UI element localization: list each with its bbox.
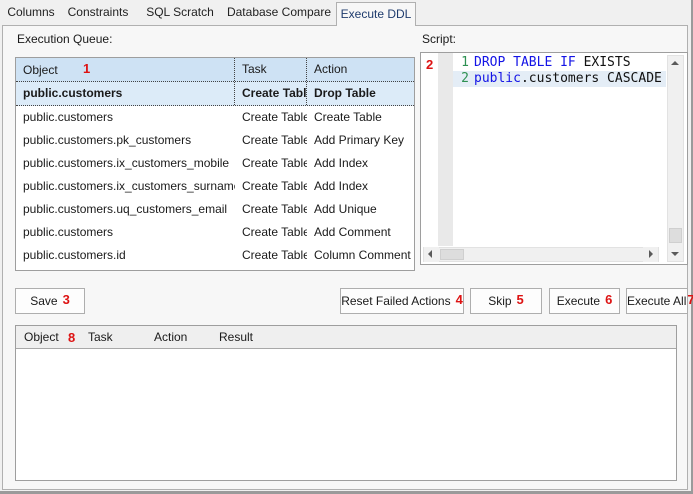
scroll-right-button[interactable] xyxy=(643,247,658,262)
sql-text: .customers CASCADE xyxy=(521,71,662,86)
cell-object: public.customers xyxy=(16,106,235,129)
cell-task: Create Table xyxy=(235,198,307,221)
cell-task: Create Table xyxy=(235,106,307,129)
cell-action: Add Index xyxy=(307,152,414,175)
vertical-scrollbar[interactable] xyxy=(667,55,684,262)
cell-object: public.customers xyxy=(16,221,235,244)
table-row[interactable]: public.customersCreate TableDrop Table xyxy=(16,82,414,106)
execute-all-button[interactable]: Execute All7 xyxy=(626,288,688,314)
table-row[interactable]: public.customersCreate TableCreate Table xyxy=(16,106,414,129)
cell-object: public.customers.ix_customers_surname xyxy=(16,175,235,198)
editor-fold-gutter xyxy=(438,53,453,246)
up-arrow-icon xyxy=(671,61,679,65)
table-row[interactable]: public.customers.pk_customersCreate Tabl… xyxy=(16,129,414,152)
table-row[interactable]: public.customers.idCreate TableColumn Co… xyxy=(16,244,414,267)
column-header-action[interactable]: Action xyxy=(307,58,414,81)
cell-action: Add Primary Key xyxy=(307,129,414,152)
save-button[interactable]: Save 3 xyxy=(15,288,85,314)
cell-task: Create Table xyxy=(235,175,307,198)
cell-action: Create Table xyxy=(307,106,414,129)
reset-failed-actions-button[interactable]: Reset Failed Actions 4 xyxy=(340,288,464,314)
cell-task: Create Table xyxy=(235,221,307,244)
execute-button-label: Execute xyxy=(557,294,600,308)
cell-action: Add Index xyxy=(307,175,414,198)
annotation-7: 7 xyxy=(687,292,693,307)
vertical-scroll-thumb[interactable] xyxy=(669,228,682,243)
line-number: 2 xyxy=(453,71,469,87)
horizontal-scroll-thumb[interactable] xyxy=(440,249,464,260)
cell-object: public.customers.id xyxy=(16,244,235,267)
result-column-task[interactable]: Task xyxy=(88,326,113,349)
result-column-result[interactable]: Result xyxy=(219,326,253,349)
right-arrow-icon xyxy=(649,250,653,258)
results-table: Object 8 Task Action Result xyxy=(15,325,677,481)
cell-task: Create Table xyxy=(235,244,307,267)
editor-margin xyxy=(421,53,438,246)
queue-table-body: public.customersCreate TableDrop Tablepu… xyxy=(16,82,414,267)
line-number: 1 xyxy=(453,55,469,71)
cell-task: Create Table xyxy=(235,129,307,152)
code-line-2: 2 public.customers CASCADE xyxy=(453,71,666,87)
column-header-object[interactable]: Object 1 xyxy=(16,58,235,81)
tab-bar: Columns Constraints SQL Scratch Pad Data… xyxy=(0,0,691,25)
sql-keyword: DROP TABLE IF xyxy=(474,55,576,70)
cell-action: Column Comment xyxy=(307,244,414,267)
scroll-down-button[interactable] xyxy=(668,246,683,261)
annotation-6: 6 xyxy=(605,292,612,307)
cell-object: public.customers.uq_customers_email xyxy=(16,198,235,221)
scroll-left-button[interactable] xyxy=(424,247,439,262)
cell-action: Add Comment xyxy=(307,221,414,244)
script-editor[interactable]: 2 1 DROP TABLE IF EXISTS 2 public.customer… xyxy=(420,52,688,265)
sql-code[interactable]: 1 DROP TABLE IF EXISTS 2 public.customers … xyxy=(453,55,666,87)
cell-object: public.customers.ix_customers_mobile xyxy=(16,152,235,175)
annotation-4: 4 xyxy=(456,292,463,307)
table-row[interactable]: public.customers.ix_customers_surnameCre… xyxy=(16,175,414,198)
script-label: Script: xyxy=(422,32,456,46)
scroll-up-button[interactable] xyxy=(668,56,683,71)
result-column-action[interactable]: Action xyxy=(154,326,187,349)
annotation-5: 5 xyxy=(517,292,524,307)
table-row[interactable]: public.customers.ix_customers_mobileCrea… xyxy=(16,152,414,175)
column-header-task[interactable]: Task xyxy=(235,58,307,81)
skip-button-label: Skip xyxy=(488,294,511,308)
execution-queue-table: Object 1 Task Action public.customersCre… xyxy=(15,57,415,271)
down-arrow-icon xyxy=(671,252,679,256)
cell-task: Create Table xyxy=(235,82,307,105)
annotation-1: 1 xyxy=(83,61,90,76)
column-header-object-label: Object xyxy=(23,63,58,77)
table-row[interactable]: public.customers.uq_customers_emailCreat… xyxy=(16,198,414,221)
sql-keyword: public xyxy=(474,71,521,86)
window: Columns Constraints SQL Scratch Pad Data… xyxy=(0,0,693,494)
tab-sql-scratch-pad[interactable]: SQL Scratch Pad xyxy=(134,0,226,25)
sql-text: EXISTS xyxy=(576,55,631,70)
table-row[interactable]: public.customersCreate TableAdd Comment xyxy=(16,221,414,244)
execute-ddl-panel: Execution Queue: Object 1 Task Action pu… xyxy=(2,25,688,490)
result-column-object[interactable]: Object xyxy=(24,326,59,349)
tab-database-compare[interactable]: Database Compare xyxy=(226,0,332,25)
skip-button[interactable]: Skip 5 xyxy=(470,288,542,314)
tab-constraints[interactable]: Constraints xyxy=(62,0,134,25)
queue-table-header: Object 1 Task Action xyxy=(16,58,414,82)
execute-button[interactable]: Execute 6 xyxy=(549,288,620,314)
cell-action: Add Unique xyxy=(307,198,414,221)
left-arrow-icon xyxy=(428,250,432,258)
reset-failed-actions-label: Reset Failed Actions xyxy=(341,294,450,308)
annotation-8: 8 xyxy=(68,326,75,349)
annotation-3: 3 xyxy=(63,292,70,307)
cell-object: public.customers xyxy=(16,82,235,105)
horizontal-scrollbar[interactable] xyxy=(423,247,659,262)
cell-task: Create Table xyxy=(235,152,307,175)
cell-action: Drop Table xyxy=(307,82,414,105)
annotation-2: 2 xyxy=(426,57,433,72)
cell-object: public.customers.pk_customers xyxy=(16,129,235,152)
save-button-label: Save xyxy=(30,294,57,308)
tab-columns[interactable]: Columns xyxy=(0,0,62,25)
tab-execute-ddl[interactable]: Execute DDL xyxy=(336,2,416,26)
results-table-header: Object 8 Task Action Result xyxy=(16,326,676,349)
execute-all-button-label: Execute All xyxy=(627,294,686,308)
execution-queue-label: Execution Queue: xyxy=(17,32,112,46)
code-line-1: 1 DROP TABLE IF EXISTS xyxy=(453,55,666,71)
